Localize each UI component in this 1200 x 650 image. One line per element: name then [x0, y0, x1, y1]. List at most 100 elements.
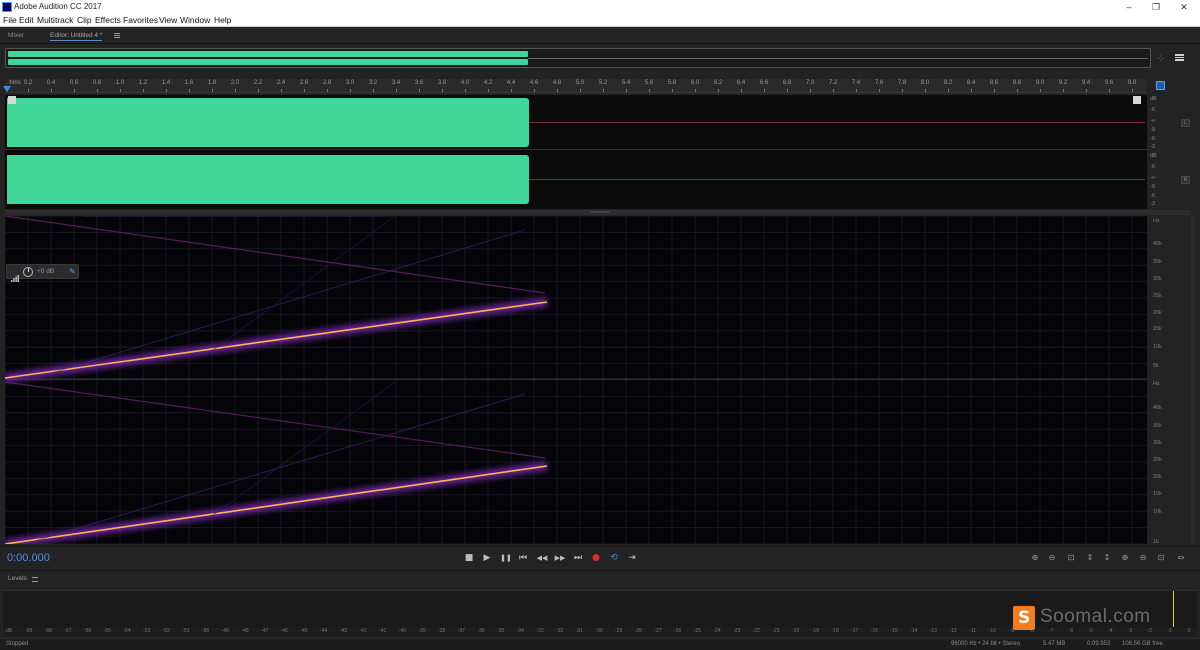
hz-label: 20k — [1153, 474, 1162, 480]
snap-icon[interactable] — [1156, 81, 1165, 90]
rewind-button[interactable]: ◀◀ — [535, 551, 549, 565]
volume-hud[interactable]: +0 dB ✎ — [6, 264, 79, 282]
window-title: Adobe Audition CC 2017 — [14, 2, 102, 11]
ruler-tick — [350, 89, 351, 92]
volume-knob-icon[interactable] — [23, 267, 33, 277]
hz-label: 1k — [1153, 539, 1159, 545]
stop-button[interactable]: ■ — [462, 551, 476, 565]
zoom-reset-icon[interactable]: ⊡ — [1064, 551, 1078, 565]
hz-label: 40k — [1153, 241, 1162, 247]
levels-scale-label: -6 — [1068, 628, 1074, 634]
ruler-tick — [442, 89, 443, 92]
spectrogram-canvas — [5, 216, 1147, 544]
time-display[interactable]: 0:00.000 — [7, 552, 50, 564]
fast-forward-button[interactable]: ▶▶ — [553, 551, 567, 565]
ruler-tick — [695, 89, 696, 92]
play-button[interactable]: ▶ — [480, 551, 494, 565]
title-bar: Adobe Audition CC 2017 – ❐ ✕ — [0, 0, 1200, 14]
loop-button[interactable]: ⟲ — [607, 551, 621, 565]
db-label: -6 — [1150, 164, 1155, 170]
menu-favorites[interactable]: Favorites — [123, 15, 158, 25]
zoom-in-amplitude-icon[interactable]: ⊕ — [1028, 551, 1042, 565]
spectral-display[interactable] — [5, 216, 1147, 544]
levels-scale-label: -49 — [221, 628, 229, 634]
db-label: dB — [1150, 153, 1157, 159]
skip-selection-button[interactable]: ⇥ — [625, 551, 639, 565]
ruler-label: 3.4 — [391, 80, 401, 86]
ruler-label: 8.4 — [966, 80, 976, 86]
waveform-right — [7, 155, 529, 204]
pin-icon[interactable]: ✎ — [69, 268, 76, 276]
ruler-tick — [258, 89, 259, 92]
fade-in-handle-icon[interactable] — [8, 96, 16, 104]
spectral-scrollbar[interactable] — [1191, 216, 1195, 544]
ruler-tick — [511, 89, 512, 92]
levels-title[interactable]: Levels — [8, 575, 27, 582]
menu-view[interactable]: View — [159, 15, 177, 25]
ruler-label: 9.8 — [1127, 80, 1137, 86]
divider-grip[interactable] — [590, 211, 610, 213]
ruler-tick — [304, 89, 305, 92]
ruler-label: 5.0 — [575, 80, 585, 86]
menu-clip[interactable]: Clip — [77, 15, 92, 25]
channel-left-button[interactable]: L — [1181, 119, 1190, 127]
menu-window[interactable]: Window — [180, 15, 210, 25]
close-button[interactable]: ✕ — [1178, 1, 1190, 13]
ruler-label: 3.6 — [414, 80, 424, 86]
record-button[interactable]: ● — [589, 551, 603, 565]
zoom-full-icon[interactable]: ⊹ — [1157, 53, 1167, 63]
levels-scale-label: -13 — [929, 628, 937, 634]
menu-help[interactable]: Help — [214, 15, 231, 25]
tab-mixer[interactable]: Mixer — [8, 32, 24, 39]
time-ruler[interactable]: hms 0.2 0.4 0.6 0.8 1.0 1.2 1.4 1.6 1.8 2.0 2.2 2.4… — [5, 79, 1147, 93]
fade-out-handle-icon[interactable] — [1133, 96, 1141, 104]
ruler-tick — [764, 89, 765, 92]
ruler-label: 3.2 — [368, 80, 378, 86]
pause-button[interactable]: ❚❚ — [499, 551, 513, 565]
menu-effects[interactable]: Effects — [95, 15, 121, 25]
ruler-label: 5.6 — [644, 80, 654, 86]
levels-scale-label: -33 — [536, 628, 544, 634]
hz-label: 30k — [1153, 276, 1162, 282]
playhead-marker[interactable] — [3, 86, 11, 92]
menu-multitrack[interactable]: Multitrack — [37, 15, 73, 25]
levels-scale-label: -16 — [870, 628, 878, 634]
zoom-in-vertical-icon[interactable]: ⇕ — [1083, 551, 1097, 565]
ruler-label: 5.2 — [598, 80, 608, 86]
zoom-out-amplitude-icon[interactable]: ⊖ — [1045, 551, 1059, 565]
overview-bar[interactable] — [5, 48, 1151, 68]
editor-menu-icon[interactable] — [1175, 54, 1184, 61]
ruler-tick — [419, 89, 420, 92]
ruler-tick — [166, 89, 167, 92]
menu-edit[interactable]: Edit — [19, 15, 34, 25]
restore-button[interactable]: ❐ — [1150, 1, 1162, 13]
levels-scale-label: dB — [5, 628, 13, 634]
ruler-tick — [787, 89, 788, 92]
ruler-label: 7.4 — [851, 80, 861, 86]
channel-separator — [5, 149, 1147, 150]
waveform-display[interactable] — [5, 95, 1147, 209]
minimize-button[interactable]: – — [1123, 1, 1135, 13]
panel-menu-icon[interactable] — [114, 33, 120, 38]
ruler-label: 7.8 — [897, 80, 907, 86]
go-to-end-button[interactable]: ⏭ — [571, 551, 585, 565]
channel-right-button[interactable]: R — [1181, 176, 1190, 184]
ruler-label: 1.4 — [161, 80, 171, 86]
go-to-start-button[interactable]: ⏮ — [516, 551, 530, 565]
ruler-tick — [74, 89, 75, 92]
zoom-in-time-icon[interactable]: ⊕ — [1118, 551, 1132, 565]
levels-menu-icon[interactable] — [32, 577, 38, 582]
levels-scale-label: -41 — [379, 628, 387, 634]
ruler-label: 6.6 — [759, 80, 769, 86]
levels-scale-label: -25 — [693, 628, 701, 634]
zoom-full-time-icon[interactable]: ⇔ — [1174, 551, 1188, 565]
panel-tab-bar: Mixer Editor: Untitled 4 * — [0, 28, 1200, 44]
zoom-selection-icon[interactable]: ⊡ — [1154, 551, 1168, 565]
zoom-out-time-icon[interactable]: ⊖ — [1136, 551, 1150, 565]
zoom-out-vertical-icon[interactable]: ↕ — [1100, 551, 1114, 565]
levels-scale-label: -26 — [674, 628, 682, 634]
levels-scale-label: -28 — [634, 628, 642, 634]
menu-file[interactable]: File — [3, 15, 17, 25]
ruler-label: 4.0 — [460, 80, 470, 86]
tab-editor[interactable]: Editor: Untitled 4 * — [50, 32, 103, 41]
